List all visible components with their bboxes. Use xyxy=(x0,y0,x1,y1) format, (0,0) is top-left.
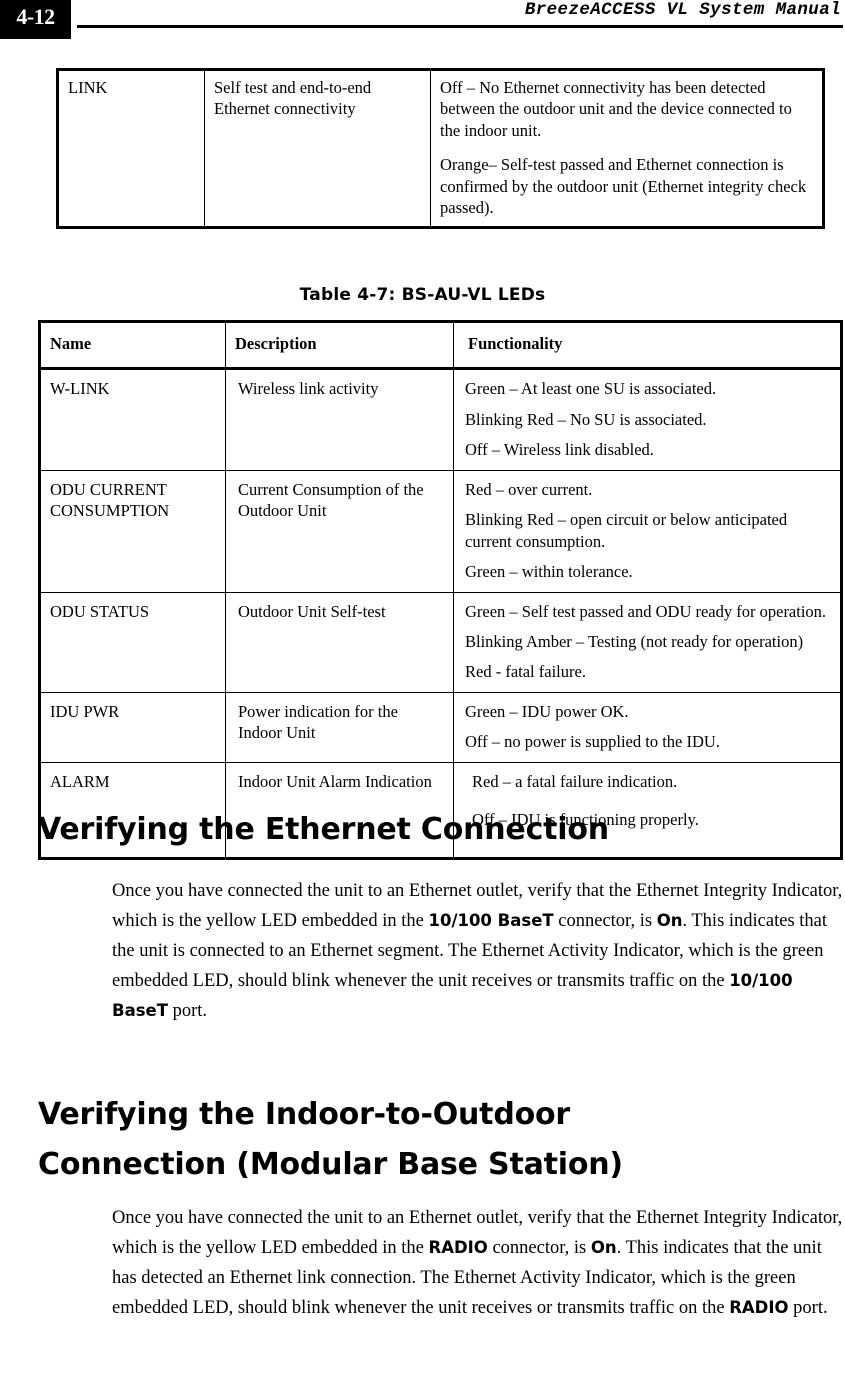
led-description-cell: Wireless link activity xyxy=(225,368,454,471)
led-name-cell: ODU CURRENT CONSUMPTION xyxy=(39,469,226,593)
led-name-line2: CONSUMPTION xyxy=(50,501,170,521)
led-name-line1: IDU PWR xyxy=(50,701,120,721)
cell-line: Red – a fatal failure indication. xyxy=(472,771,678,791)
led-name-cell: ODU STATUS xyxy=(39,591,226,693)
led-description-cell: Current Consumption of the Outdoor Unit xyxy=(225,469,454,593)
led-name-line1: ODU STATUS xyxy=(50,601,150,621)
cell-line: Red - fatal failure. xyxy=(465,662,586,682)
table-header-row: Name Description Functionality xyxy=(39,320,842,371)
cell-line: Orange– Self-test passed and Ethernet co… xyxy=(440,155,807,218)
header-divider xyxy=(77,25,843,28)
cell-line: Off – No Ethernet connectivity has been … xyxy=(440,78,792,140)
cell-line: Green – At least one SU is associated. xyxy=(465,379,717,399)
led-name-line1: ODU CURRENT xyxy=(50,479,167,499)
heading-verifying-indoor-to-outdoor-connection: Verifying the Indoor-to-Outdoor Connecti… xyxy=(38,1097,623,1183)
manual-title: BreezeACCESS VL System Manual xyxy=(524,0,841,20)
led-functionality-cell: Green – IDU power OK. Off – no power is s… xyxy=(453,691,842,763)
table-bs-au-vl-body: W-LINK Wireless link activity Green – At l… xyxy=(39,368,842,859)
led-name-cell: W-LINK xyxy=(39,368,226,471)
cell-line: Blinking Amber – Testing (not ready for … xyxy=(465,631,804,651)
cell-line: Blinking Red – open circuit or below ant… xyxy=(465,510,788,551)
table-bs-au-vl: Name Description Functionality W-LINK Wirel… xyxy=(38,320,843,860)
led-functionality-cell: Off – No Ethernet connectivity has been … xyxy=(430,69,824,228)
paragraph-verifying-ethernet-connection: Once you have connected the unit to an E… xyxy=(112,877,845,1027)
paragraph-verifying-indoor-to-outdoor-connection: Once you have connected the unit to an E… xyxy=(112,1204,845,1324)
text-run: connector, is xyxy=(553,910,657,931)
text-run: port. xyxy=(788,1297,828,1318)
column-header-description: Description xyxy=(225,320,454,371)
led-description-cell: Power indication for the Indoor Unit xyxy=(225,691,454,763)
table-row: ODU CURRENT CONSUMPTION Current Consumptio… xyxy=(39,469,842,593)
cell-line: Blinking Red – No SU is associated. xyxy=(465,409,707,429)
emphasized-term: 10/100 BaseT xyxy=(428,910,554,930)
table-bs-au-vl-head: Name Description Functionality xyxy=(39,320,842,371)
table-row: IDU PWR Power indication for the Indoor U… xyxy=(39,691,842,763)
table-row: LINK Self test and end-to-end Ethernet co… xyxy=(57,69,824,228)
page-header: 4-12 BreezeACCESS VL System Manual xyxy=(0,0,845,42)
cell-line: Off – Wireless link disabled. xyxy=(465,440,654,460)
table-link-continued: LINK Self test and end-to-end Ethernet co… xyxy=(56,68,825,229)
table-link-continued-body: LINK Self test and end-to-end Ethernet co… xyxy=(57,69,824,228)
led-name-line1: ALARM xyxy=(50,771,110,791)
column-header-functionality: Functionality xyxy=(453,320,842,371)
heading-verifying-ethernet-connection: Verifying the Ethernet Connection xyxy=(38,812,609,847)
cell-line: Off – no power is supplied to the IDU. xyxy=(465,732,720,752)
column-header-name: Name xyxy=(39,320,226,371)
text-run: connector, is xyxy=(487,1237,591,1258)
led-name-cell: IDU PWR xyxy=(39,691,226,763)
cell-line: Green – within tolerance. xyxy=(465,562,633,582)
emphasized-term: On xyxy=(590,1237,617,1257)
table-row: W-LINK Wireless link activity Green – At l… xyxy=(39,368,842,471)
table-row: ODU STATUS Outdoor Unit Self-test Green – … xyxy=(39,591,842,693)
cell-line: Red – over current. xyxy=(465,479,593,499)
cell-line: Green – IDU power OK. xyxy=(465,701,629,721)
led-name-cell: LINK xyxy=(57,69,205,228)
emphasized-term: On xyxy=(656,910,683,930)
page-number: 4-12 xyxy=(16,4,55,29)
led-functionality-cell: Green – At least one SU is associated. Bl… xyxy=(453,368,842,471)
cell-line: Green – Self test passed and ODU ready f… xyxy=(465,601,827,621)
led-name-line1: W-LINK xyxy=(50,379,110,399)
emphasized-term: RADIO xyxy=(428,1237,488,1257)
table-caption: Table 4-7: BS-AU-VL LEDs xyxy=(299,285,546,305)
led-description-cell: Self test and end-to-end Ethernet connec… xyxy=(204,69,431,228)
text-run: port. xyxy=(167,1000,208,1021)
led-functionality-cell: Green – Self test passed and ODU ready f… xyxy=(453,591,842,693)
emphasized-term: RADIO xyxy=(729,1297,789,1317)
led-description-cell: Outdoor Unit Self-test xyxy=(225,591,454,693)
led-functionality-cell: Red – over current. Blinking Red – open c… xyxy=(453,469,842,593)
